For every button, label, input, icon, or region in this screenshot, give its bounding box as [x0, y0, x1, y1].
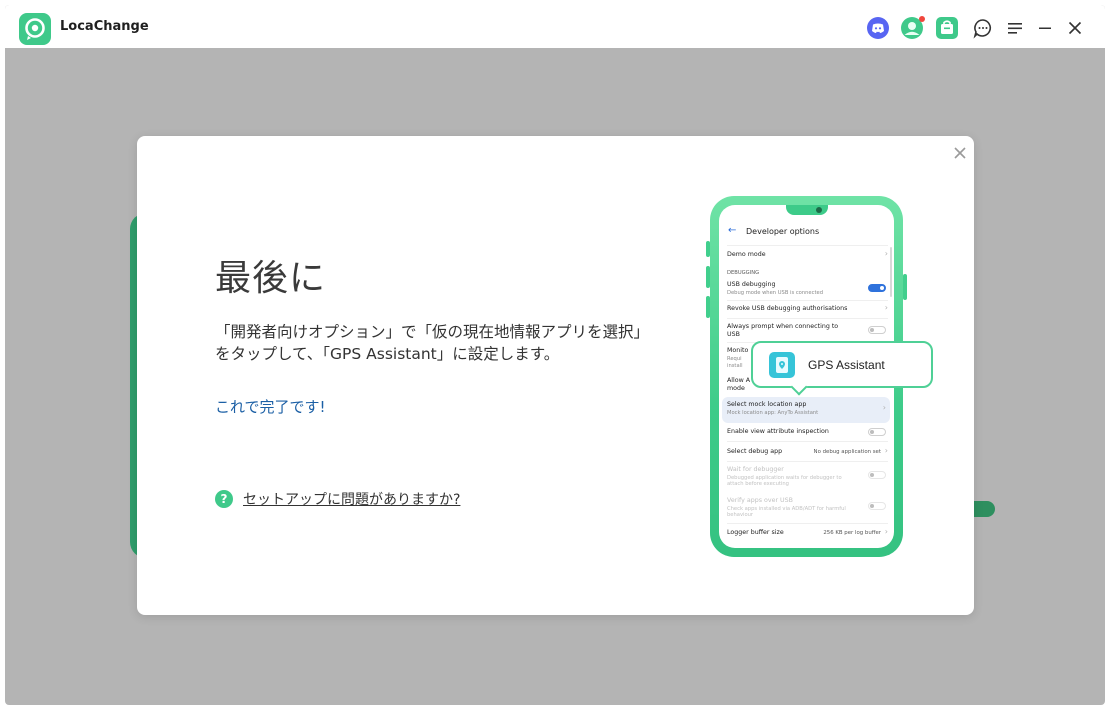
setting-revoke: Revoke USB debugging authorisations ›: [727, 303, 888, 312]
setting-verify-apps: Verify apps over USB Check apps installe…: [719, 495, 894, 523]
dialog-heading: 最後に: [215, 258, 327, 299]
setting-demo-mode: Demo mode ›: [727, 249, 888, 258]
shop-bag-icon[interactable]: [935, 16, 959, 40]
phone-side-button: [706, 266, 710, 288]
dialog-close-icon[interactable]: [950, 143, 970, 163]
close-icon[interactable]: [1063, 16, 1087, 40]
screen-title: Developer options: [746, 227, 820, 236]
setup-dialog: 最後に 「開発者向けオプション」で「仮の現在地情報アプリを選択」をタップして、「…: [137, 136, 974, 615]
app-logo-icon: [19, 13, 51, 45]
section-label: DEBUGGING: [727, 270, 760, 276]
setting-always-prompt: Always prompt when connecting to USB: [719, 321, 894, 341]
dialog-description: 「開発者向けオプション」で「仮の現在地情報アプリを選択」をタップして、「GPS …: [215, 323, 642, 363]
app-title: LocaChange: [60, 19, 149, 34]
help-row[interactable]: ? セットアップに問題がありますか?: [215, 488, 460, 510]
setting-logger-buffer: Logger buffer size 256 KB per log buffer…: [727, 527, 888, 536]
chat-feedback-icon[interactable]: [971, 16, 995, 40]
app-window: LocaChange 最後に 「開発者向けオプション」で「仮の現在地情報アプリを…: [5, 5, 1105, 705]
screen-scrollbar: [890, 247, 892, 297]
done-text: これで完了です!: [215, 398, 326, 416]
discord-icon[interactable]: [866, 16, 890, 40]
user-avatar-icon[interactable]: [900, 16, 925, 40]
notification-dot: [919, 16, 925, 22]
usb-debugging-toggle: [868, 284, 886, 292]
setting-select-mock-location: Select mock location app Mock location a…: [722, 397, 890, 423]
phone-side-button: [706, 296, 710, 318]
back-arrow-icon: ←: [728, 225, 737, 236]
menu-icon[interactable]: [1003, 16, 1027, 40]
phone-camera: [816, 207, 822, 213]
gps-assistant-label: GPS Assistant: [808, 358, 885, 372]
title-bar: LocaChange: [5, 5, 1105, 48]
question-icon: ?: [215, 490, 233, 508]
screen-header: ← Developer options: [719, 224, 894, 242]
phone-side-button: [706, 241, 710, 257]
minimize-icon[interactable]: [1033, 16, 1057, 40]
setting-usb-debugging: USB debugging Debug mode when USB is con…: [719, 279, 894, 299]
setting-wait-debugger: Wait for debugger Debugged application w…: [719, 464, 894, 492]
setting-view-attribute: Enable view attribute inspection: [719, 425, 894, 439]
phone-power-button: [903, 274, 907, 300]
gps-assistant-app-icon: [769, 352, 795, 378]
setup-help-link[interactable]: セットアップに問題がありますか?: [243, 489, 460, 509]
gps-assistant-callout: GPS Assistant: [751, 341, 933, 396]
setting-debug-app: Select debug app No debug application se…: [727, 446, 888, 455]
